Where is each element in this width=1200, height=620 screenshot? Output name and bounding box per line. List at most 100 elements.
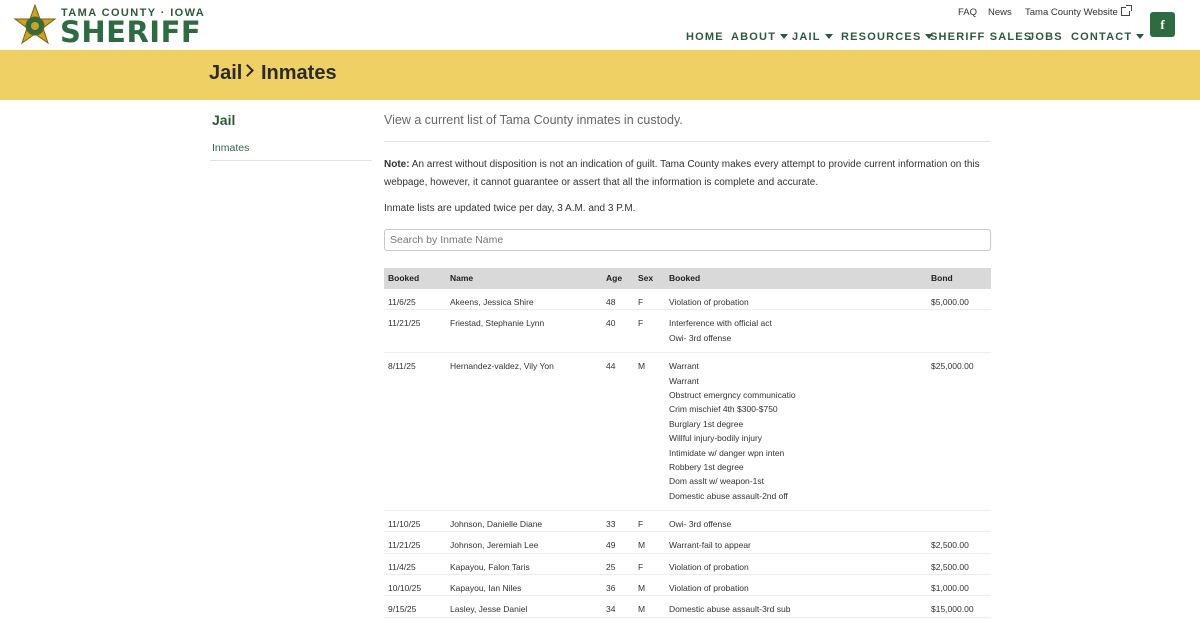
faq-link[interactable]: FAQ (958, 7, 977, 18)
caret-down-icon (824, 34, 833, 39)
charges-cell: Violation of probation (669, 581, 749, 595)
nav-about-label: ABOUT (731, 31, 777, 43)
charge-item: Robbery 1st degree (669, 461, 744, 472)
booked-cell: 11/10/25 (388, 519, 421, 530)
charges-cell: Violation of probation (669, 295, 749, 309)
bond-cell: $5,000.00 (931, 297, 969, 307)
table-body: 11/6/25 Akeens, Jessica Shire 48 F $5,000.00… (384, 289, 991, 620)
content-divider (384, 141, 990, 142)
bond-cell: $15,000.00 (931, 604, 974, 615)
age-cell: 34 (606, 604, 616, 615)
booked-cell: 8/11/25 (388, 361, 416, 372)
charge-item: Dom asslt w/ weapon-1st (669, 476, 764, 487)
site-header: TAMA COUNTY · IOWA SHERIFF FAQ News Tama… (0, 0, 1200, 50)
note-text: An arrest without disposition is not an … (384, 159, 980, 188)
sheriff-star-logo[interactable] (12, 4, 58, 48)
county-website-link[interactable]: Tama County Website (1025, 5, 1132, 18)
news-link[interactable]: News (988, 7, 1012, 18)
table-row: 11/21/25 Friestad, Stephanie Lynn 40 F Inter… (384, 310, 991, 354)
booked-cell: 9/15/25 (388, 604, 417, 615)
age-cell: 44 (606, 361, 616, 372)
county-website-label: Tama County Website (1025, 7, 1118, 18)
charge-item: Domestic abuse assault-3rd sub (669, 604, 791, 615)
charge-item: Violation of probation (669, 582, 749, 593)
age-cell: 48 (606, 297, 616, 307)
name-cell: Kapayou, Falon Taris (450, 561, 530, 572)
charge-item: Warrant (669, 361, 699, 372)
table-row: 11/6/25 Akeens, Jessica Shire 48 F $5,000.00… (384, 289, 991, 311)
charge-item: Owi- 3rd offense (669, 332, 732, 343)
charges-cell: Domestic abuse assault-3rd sub (669, 602, 790, 616)
charges-cell: Warrant-fail to appear (669, 538, 751, 552)
booked-cell: 11/6/25 (388, 297, 416, 307)
name-cell: Akeens, Jessica Shire (450, 297, 534, 307)
table-row: 8/11/25 Hernandez-valdez, Vily Yon 44 M $25,… (384, 353, 991, 512)
caret-down-icon (780, 34, 789, 39)
sex-cell: M (638, 540, 646, 551)
charge-item: Intimidate w/ danger wpn inten (669, 447, 785, 458)
table-row: 11/4/25 Kapayou, Falon Taris 25 F $2,500.00 V… (384, 554, 991, 575)
charges-cell: Interference with official act Owi- 3rd o… (669, 316, 772, 345)
nav-about[interactable]: ABOUT (731, 31, 789, 43)
age-cell: 49 (606, 540, 616, 551)
charge-item: Obstruct emergncy communicatio (669, 389, 796, 400)
sex-cell: F (638, 318, 644, 329)
bond-cell: $1,000.00 (931, 582, 969, 593)
charge-item: Warrant (669, 375, 699, 386)
nav-contact[interactable]: CONTACT (1071, 31, 1145, 43)
nav-sheriff-sales[interactable]: SHERIFF SALES (930, 31, 1032, 43)
table-row: 11/21/25 Johnson, Jeremiah Lee 49 M $2,500.0… (384, 532, 991, 554)
nav-resources-label: RESOURCES (841, 31, 922, 43)
facebook-icon[interactable]: f (1150, 12, 1175, 37)
charges-cell: Violation of probation (669, 560, 749, 574)
charge-item: Violation of probation (669, 561, 749, 572)
sidebar-item-inmates[interactable]: Inmates (212, 142, 249, 154)
name-cell: Hernandez-valdez, Vily Yon (450, 361, 554, 372)
disclaimer-note: Note: An arrest without disposition is n… (384, 156, 994, 192)
header-charges[interactable]: Booked (669, 273, 700, 283)
table-row: 11/10/25 Johnson, Danielle Diane 33 F Owi- 3… (384, 511, 991, 533)
charge-item: Interference with official act (669, 318, 772, 329)
header-name[interactable]: Name (450, 273, 473, 283)
table-row: 9/15/25 Lasley, Jesse Daniel 34 M $15,000.00… (384, 596, 991, 618)
booked-cell: 10/10/25 (388, 582, 422, 593)
page-intro: View a current list of Tama County inmat… (384, 113, 683, 127)
name-cell: Johnson, Jeremiah Lee (450, 540, 539, 551)
charge-item: Violation of probation (669, 297, 749, 307)
name-cell: Kapayou, Ian Niles (450, 582, 522, 593)
header-age[interactable]: Age (606, 273, 622, 283)
charge-item: Warrant-fail to appear (669, 540, 751, 551)
search-input[interactable] (384, 229, 991, 251)
header-bond[interactable]: Bond (931, 273, 953, 283)
external-link-icon (1120, 5, 1132, 16)
booked-cell: 11/21/25 (388, 540, 421, 551)
sidebar-divider (210, 160, 372, 161)
charge-item: Owi- 3rd offense (669, 519, 732, 530)
charge-item: Burglary 1st degree (669, 418, 744, 429)
age-cell: 25 (606, 561, 616, 572)
nav-jobs[interactable]: JOBS (1028, 31, 1063, 43)
page-banner (0, 50, 1200, 100)
booked-cell: 11/4/25 (388, 561, 416, 572)
age-cell: 36 (606, 582, 616, 593)
nav-home[interactable]: HOME (686, 31, 724, 43)
charges-cell: Owi- 3rd offense (669, 517, 731, 531)
nav-resources[interactable]: RESOURCES (841, 31, 934, 43)
bond-cell: $25,000.00 (931, 361, 974, 372)
brand-sheriff[interactable]: SHERIFF (60, 15, 201, 49)
nav-jail[interactable]: JAIL (792, 31, 833, 43)
name-cell: Friestad, Stephanie Lynn (450, 318, 545, 329)
charges-cell: Warrant Warrant Obstruct emergncy communic… (669, 359, 796, 503)
bond-cell: $2,500.00 (931, 561, 969, 572)
name-cell: Lasley, Jesse Daniel (450, 604, 528, 615)
sex-cell: F (638, 561, 644, 572)
update-schedule: Inmate lists are updated twice per day, … (384, 203, 636, 214)
header-booked[interactable]: Booked (388, 273, 419, 283)
age-cell: 33 (606, 519, 616, 530)
charge-item: Willful injury-bodily injury (669, 433, 763, 444)
sidebar-title[interactable]: Jail (212, 112, 235, 128)
breadcrumb-jail[interactable]: Jail (209, 62, 242, 85)
header-sex[interactable]: Sex (638, 273, 653, 283)
sex-cell: F (638, 297, 644, 307)
table-row: 10/10/25 Kapayou, Ian Niles 36 M $1,000.00 Vi… (384, 575, 991, 597)
